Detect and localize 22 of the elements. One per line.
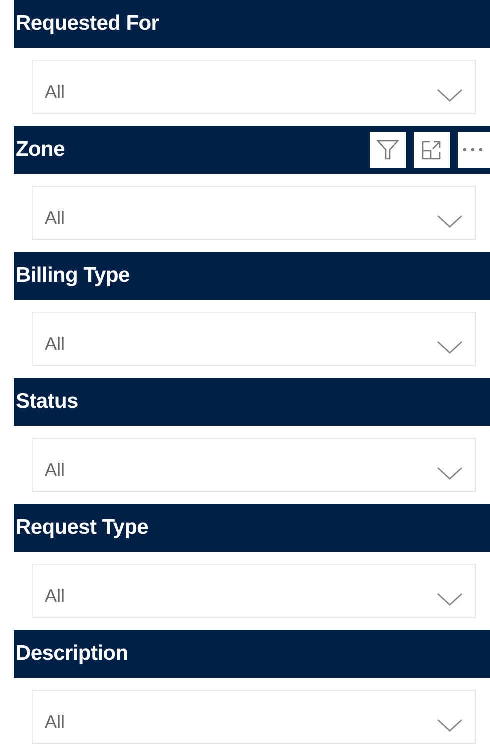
more-options-button[interactable] bbox=[458, 132, 490, 168]
dropdown-field[interactable]: All bbox=[32, 60, 476, 114]
chevron-down-icon bbox=[437, 467, 463, 481]
chevron-down-icon bbox=[437, 593, 463, 607]
dropdown-field[interactable]: All bbox=[32, 186, 476, 240]
chevron-down-icon bbox=[437, 89, 463, 103]
slicer-title: Status bbox=[16, 390, 78, 414]
focus-mode-button[interactable] bbox=[414, 132, 450, 168]
slicer-title: Description bbox=[16, 642, 128, 666]
slicer-title: Request Type bbox=[16, 516, 149, 540]
dropdown-field[interactable]: All bbox=[32, 438, 476, 492]
chevron-down-icon bbox=[437, 215, 463, 229]
filter-button[interactable] bbox=[370, 132, 406, 168]
chevron-down-icon bbox=[437, 719, 463, 733]
slicer-title: Billing Type bbox=[16, 264, 130, 288]
slicer-title: Requested For bbox=[16, 12, 160, 36]
dropdown-field[interactable]: All bbox=[32, 312, 476, 366]
dropdown-field[interactable]: All bbox=[32, 564, 476, 618]
filter-icon bbox=[376, 138, 400, 162]
chevron-down-icon bbox=[437, 341, 463, 355]
dropdown-field[interactable]: All bbox=[32, 690, 476, 744]
slicer-title: Zone bbox=[16, 138, 65, 162]
